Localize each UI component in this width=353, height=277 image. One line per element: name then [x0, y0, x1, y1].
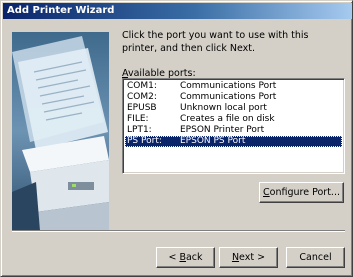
port-name: COM1: — [127, 81, 157, 91]
add-printer-wizard-window: Add Printer Wizard Click the port you wa… — [0, 0, 353, 277]
window-title: Add Printer Wizard — [7, 5, 115, 16]
port-list-item[interactable]: PS Port: EPSON PS Port — [125, 136, 342, 147]
separator — [12, 230, 345, 232]
port-list-item[interactable]: FILE: Creates a file on disk — [125, 114, 342, 125]
back-button[interactable]: < Back — [156, 247, 215, 268]
port-name: FILE: — [127, 114, 149, 124]
printer-illustration — [12, 32, 109, 231]
port-description: Communications Port — [180, 92, 277, 102]
cancel-button[interactable]: Cancel — [286, 247, 345, 268]
instruction-text: Click the port you want to use with this… — [122, 30, 309, 54]
port-list-item[interactable]: EPUSB Unknown local port — [125, 103, 342, 114]
port-name: PS Port: — [127, 136, 162, 146]
port-description: Unknown local port — [180, 103, 267, 113]
port-description: EPSON PS Port — [180, 136, 246, 146]
next-button[interactable]: Next > — [219, 247, 278, 268]
port-description: EPSON Printer Port — [180, 125, 265, 135]
port-description: Creates a file on disk — [180, 114, 275, 124]
title-bar[interactable]: Add Printer Wizard — [3, 3, 352, 19]
port-name: EPUSB — [127, 103, 157, 113]
port-name: COM2: — [127, 92, 157, 102]
available-ports-listbox[interactable]: COM1: Communications Port COM2: Communicati… — [122, 78, 345, 174]
configure-port-button[interactable]: Configure Port... — [259, 182, 344, 203]
port-list-item[interactable]: COM2: Communications Port — [125, 92, 342, 103]
port-list-item[interactable]: LPT1: EPSON Printer Port — [125, 125, 342, 136]
port-name: LPT1: — [127, 125, 152, 135]
port-list-item[interactable]: COM1: Communications Port — [125, 81, 342, 92]
port-description: Communications Port — [180, 81, 277, 91]
